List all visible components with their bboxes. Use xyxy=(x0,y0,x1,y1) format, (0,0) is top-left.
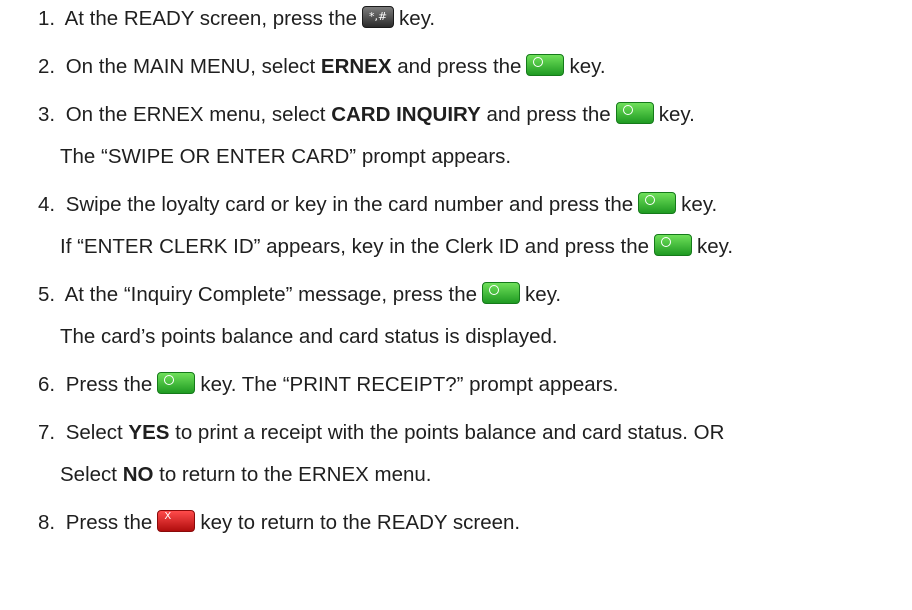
green-key-icon xyxy=(615,102,654,124)
step-text: Select xyxy=(65,421,123,444)
step-7: 7. Select YES to print a receipt with th… xyxy=(38,416,724,450)
red-key-icon: X xyxy=(157,510,196,532)
green-key-icon xyxy=(482,282,521,304)
step-number: 8. xyxy=(38,511,56,534)
step-text: and press the xyxy=(486,103,611,126)
step-5-note: The card’s points balance and card statu… xyxy=(60,320,558,354)
instruction-document: 1. At the READY screen, press the *,# key.… xyxy=(0,0,912,610)
step-number: 4. xyxy=(38,193,56,216)
step-text: key. xyxy=(525,283,562,306)
step-number: 3. xyxy=(38,103,56,126)
step-5: 5. At the “Inquiry Complete” message, pr… xyxy=(38,278,561,312)
step-note: to return to the ERNEX menu. xyxy=(159,463,432,486)
menu-option-card-inquiry: CARD INQUIRY xyxy=(331,103,481,126)
menu-option-ernex: ERNEX xyxy=(320,55,392,78)
green-key-icon xyxy=(157,372,196,394)
step-text: Press the xyxy=(65,511,153,534)
step-number: 6. xyxy=(38,373,56,396)
step-note: Select xyxy=(60,463,117,486)
step-3: 3. On the ERNEX menu, select CARD INQUIR… xyxy=(38,98,695,132)
step-number: 1. xyxy=(38,7,56,30)
step-text: key. xyxy=(569,55,606,78)
green-key-icon xyxy=(526,54,565,76)
step-text: key. xyxy=(658,103,695,126)
step-6: 6. Press the key. The “PRINT RECEIPT?” pr… xyxy=(38,368,618,402)
option-yes: YES xyxy=(128,421,170,444)
step-2: 2. On the MAIN MENU, select ERNEX and pr… xyxy=(38,50,606,84)
star-hash-key-icon: *,# xyxy=(362,6,395,28)
step-text: and press the xyxy=(397,55,522,78)
step-4: 4. Swipe the loyalty card or key in the … xyxy=(38,188,717,222)
step-note: key. xyxy=(697,235,734,258)
step-note: If “ENTER CLERK ID” appears, key in the … xyxy=(60,235,650,258)
step-text: to print a receipt with the points balan… xyxy=(175,421,725,444)
step-text: key. xyxy=(399,7,436,30)
key-glyph: *,# xyxy=(368,10,388,23)
step-3-note: The “SWIPE OR ENTER CARD” prompt appears… xyxy=(60,140,511,174)
step-text: key. The “PRINT RECEIPT?” prompt appears… xyxy=(200,373,619,396)
step-text: Swipe the loyalty card or key in the car… xyxy=(65,193,634,216)
step-text: On the ERNEX menu, select xyxy=(65,103,326,126)
step-number: 5. xyxy=(38,283,56,306)
step-number: 2. xyxy=(38,55,56,78)
step-text: Press the xyxy=(65,373,153,396)
step-4-note: If “ENTER CLERK ID” appears, key in the … xyxy=(60,230,733,264)
step-text: On the MAIN MENU, select xyxy=(65,55,316,78)
green-key-icon xyxy=(654,234,693,256)
step-1: 1. At the READY screen, press the *,# key. xyxy=(38,2,435,36)
option-no: NO xyxy=(122,463,154,486)
step-note: The card’s points balance and card statu… xyxy=(60,325,558,348)
step-text: At the “Inquiry Complete” message, press… xyxy=(64,283,478,306)
step-8: 8. Press the Xkey to return to the READY … xyxy=(38,506,520,540)
step-7-note: Select NO to return to the ERNEX menu. xyxy=(60,458,431,492)
step-text: At the READY screen, press the xyxy=(64,7,358,30)
step-note: The “SWIPE OR ENTER CARD” prompt appears… xyxy=(60,145,512,168)
green-key-icon xyxy=(638,192,677,214)
step-text: key. xyxy=(681,193,718,216)
key-glyph: X xyxy=(164,511,172,522)
step-text: key to return to the READY screen. xyxy=(200,511,521,534)
step-number: 7. xyxy=(38,421,56,444)
